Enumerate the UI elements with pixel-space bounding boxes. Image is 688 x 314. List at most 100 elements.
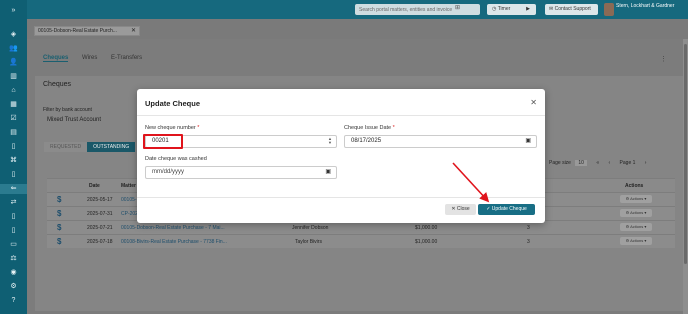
sidebar-item-chart-icon[interactable]: ▤ — [7, 128, 20, 138]
calendar-icon[interactable]: ▣ — [525, 136, 531, 147]
open-file-tab[interactable]: 00105-Dobson-Real Estate Purch... ✕ — [34, 26, 140, 36]
timer-label: Timer — [497, 6, 511, 12]
row-cheque-number: 3 — [527, 225, 530, 231]
sidebar-item-transfer-icon[interactable]: ⇄ — [7, 198, 20, 208]
status-tabs: REQUESTED OUTSTANDING — [44, 142, 136, 152]
cheque-number-label: New cheque number * — [145, 125, 199, 131]
update-cheque-dialog: Update Cheque ✕ New cheque number * 0020… — [137, 89, 545, 223]
sidebar-item-checklist-icon[interactable]: ☑ — [7, 114, 20, 124]
sidebar-item-receipt-icon[interactable]: ▯ — [7, 226, 20, 236]
cheques-title: Cheques — [43, 81, 72, 88]
close-icon[interactable]: ✕ — [530, 99, 537, 107]
sidebar-item-building-icon[interactable]: ▥ — [7, 72, 20, 82]
sidebar-item-help-icon[interactable]: ? — [7, 296, 20, 306]
sidebar-item-file-icon[interactable]: ▯ — [7, 170, 20, 180]
tab-wires[interactable]: Wires — [82, 55, 97, 61]
tab-requested[interactable]: REQUESTED — [44, 142, 88, 152]
row-amount: $1,000.00 — [415, 239, 438, 245]
row-date: 2025-05-17 — [87, 197, 113, 203]
divider — [137, 197, 545, 198]
dollar-icon: $ — [57, 195, 62, 204]
sidebar-item-document-icon[interactable]: ▯ — [7, 142, 20, 152]
contact-support-button[interactable]: ✉ Contact Support — [545, 4, 598, 15]
sidebar-item-page-icon[interactable]: ▯ — [7, 212, 20, 222]
dollar-icon: $ — [57, 223, 62, 232]
row-amount: $1,000.00 — [415, 225, 438, 231]
tab-e-transfers[interactable]: E-Transfers — [111, 55, 142, 61]
file-tab-strip: 00105-Dobson-Real Estate Purch... ✕ — [27, 19, 688, 39]
mail-icon: ✉ — [549, 6, 554, 12]
required-mark: * — [392, 125, 395, 131]
dollar-icon: $ — [57, 237, 62, 246]
search-icon[interactable]: ⊞ — [455, 4, 460, 11]
sidebar-item-money-icon[interactable]: ▭ — [7, 240, 20, 250]
divider — [137, 115, 545, 116]
row-matter-link[interactable]: 00108-Bivirs-Real Estate Purchase - 7738… — [121, 239, 227, 245]
payment-tabs: Cheques Wires E-Transfers — [43, 55, 154, 62]
contact-support-label: Contact Support — [554, 6, 591, 12]
sidebar-item-users-icon[interactable]: 👥 — [7, 44, 20, 54]
cheque-number-label-text: New cheque number — [145, 125, 196, 131]
next-page-icon[interactable]: › — [645, 160, 647, 166]
sidebar: » ◈ 👥 👤 ▥ ⌂ ▦ ☑ ▤ ▯ ⌘ ▯ → ⇐ ⇄ ▯ ▯ ▭ ⚖ ◉ … — [0, 0, 27, 314]
cashed-date-placeholder: mm/dd/yyyy — [152, 169, 185, 175]
first-page-icon[interactable]: « — [596, 160, 599, 166]
issue-date-label-text: Cheque Issue Date — [344, 125, 392, 131]
update-cheque-button[interactable]: ✓ Update Cheque — [478, 204, 535, 215]
prev-page-icon[interactable]: ‹ — [608, 160, 610, 166]
actions-button[interactable]: ⚙ Actions ▾ — [620, 195, 652, 203]
issue-date-input[interactable]: 08/17/2025 ▣ — [344, 135, 537, 148]
play-icon[interactable]: ▶ — [526, 4, 530, 15]
bank-account-select[interactable]: Mixed Trust Account — [43, 115, 133, 126]
timer-button[interactable]: ◷ Timer ▶ — [487, 4, 536, 15]
sidebar-item-home-icon[interactable]: ⌂ — [7, 86, 20, 96]
scrollbar-thumb[interactable] — [684, 44, 687, 264]
column-matter: Matter — [121, 183, 137, 189]
tab-outstanding[interactable]: OUTSTANDING — [87, 142, 136, 152]
highlight-box — [143, 134, 183, 149]
dollar-icon: $ — [57, 209, 62, 218]
dialog-title: Update Cheque — [145, 99, 201, 108]
required-mark: * — [197, 125, 200, 131]
app-root: » ◈ 👥 👤 ▥ ⌂ ▦ ☑ ▤ ▯ ⌘ ▯ → ⇐ ⇄ ▯ ▯ ▭ ⚖ ◉ … — [0, 0, 688, 314]
avatar[interactable] — [604, 3, 614, 16]
sidebar-item-settings-icon[interactable]: ⚙ — [7, 282, 20, 292]
close-icon[interactable]: ✕ — [131, 27, 136, 35]
tab-cheques[interactable]: Cheques — [43, 55, 69, 62]
filter-label: Filter by bank account — [43, 107, 92, 113]
sidebar-item-scale-icon[interactable]: ⚖ — [7, 254, 20, 264]
cashed-date-input[interactable]: mm/dd/yyyy ▣ — [145, 166, 337, 179]
actions-button[interactable]: ⚙ Actions ▾ — [620, 223, 652, 231]
cashed-date-label: Date cheque was cashed — [145, 156, 207, 162]
sidebar-item-back-arrow-icon[interactable]: ⇐ — [0, 184, 27, 194]
actions-button[interactable]: ⚙ Actions ▾ — [620, 209, 652, 217]
close-button[interactable]: ✕ Close — [445, 204, 476, 215]
row-date: 2025-07-31 — [87, 211, 113, 217]
page-indicator: Page 1 — [619, 160, 636, 166]
row-matter-link[interactable]: 00105-Dobson-Real Estate Purchase - 7 Ma… — [121, 225, 225, 231]
calendar-icon[interactable]: ▣ — [325, 167, 331, 178]
row-payee: Jennifer Dobson — [292, 225, 329, 231]
sidebar-item-bank-icon[interactable]: ⌘ — [7, 156, 20, 166]
page-size-label: Page size — [549, 160, 571, 166]
firm-name: Stern, Lockhart & Gardner — [616, 3, 675, 9]
global-search-input[interactable]: Search portal matters, entities and invo… — [355, 4, 480, 15]
number-spinner[interactable]: ▲ ▼ — [328, 137, 332, 145]
spin-down-icon[interactable]: ▼ — [328, 141, 332, 145]
issue-date-label: Cheque Issue Date * — [344, 125, 395, 131]
row-payee: Taylor Bivirs — [295, 239, 322, 245]
row-date: 2025-07-18 — [87, 239, 113, 245]
more-options-icon[interactable]: ⋮ — [660, 55, 667, 63]
sidebar-item-profile-icon[interactable]: ◉ — [7, 268, 20, 278]
column-actions: Actions — [625, 183, 644, 189]
file-tab-label: 00105-Dobson-Real Estate Purch... — [38, 28, 117, 34]
actions-button[interactable]: ⚙ Actions ▾ — [620, 237, 652, 245]
sidebar-item-cube-icon[interactable]: ◈ — [7, 30, 20, 40]
row-cheque-number: 3 — [527, 239, 530, 245]
sidebar-item-calendar-icon[interactable]: ▦ — [7, 100, 20, 110]
sidebar-item-user-icon[interactable]: 👤 — [7, 58, 20, 68]
top-bar: Search portal matters, entities and invo… — [27, 0, 688, 19]
page-size-select[interactable]: 10 — [575, 160, 587, 166]
sidebar-collapse-icon[interactable]: » — [7, 6, 20, 16]
issue-date-value: 08/17/2025 — [351, 138, 382, 144]
